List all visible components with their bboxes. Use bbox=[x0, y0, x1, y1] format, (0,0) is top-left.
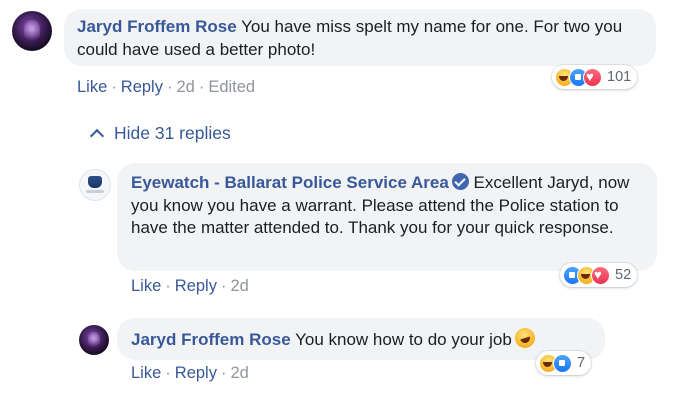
comment-author[interactable]: Jaryd Froffem Rose bbox=[131, 330, 291, 349]
verified-badge-icon bbox=[451, 173, 469, 190]
reaction-summary[interactable]: 52 bbox=[560, 263, 638, 287]
comment-actions: Like · Reply · 2d · Edited bbox=[77, 78, 256, 96]
comment-bubble: Jaryd Froffem Rose You know how to do yo… bbox=[117, 318, 605, 360]
timestamp[interactable]: 2d bbox=[230, 364, 248, 382]
comment-text: You know how to do your job bbox=[295, 330, 512, 349]
avatar[interactable] bbox=[79, 169, 111, 201]
reaction-count: 52 bbox=[615, 267, 632, 283]
love-icon bbox=[583, 67, 602, 87]
like-icon bbox=[553, 353, 572, 373]
reply-button[interactable]: Reply bbox=[175, 364, 217, 382]
hide-replies-button[interactable]: Hide 31 replies bbox=[89, 123, 231, 144]
comment-actions: Like · Reply · 2d bbox=[131, 277, 249, 295]
avatar[interactable] bbox=[12, 11, 52, 51]
chevron-up-icon bbox=[89, 128, 105, 144]
love-icon bbox=[591, 265, 610, 285]
hide-replies-label: Hide 31 replies bbox=[114, 123, 231, 143]
comment-actions: Like · Reply · 2d bbox=[131, 364, 249, 382]
comment-author[interactable]: Jaryd Froffem Rose bbox=[77, 17, 237, 36]
crest-band bbox=[86, 190, 104, 193]
like-button[interactable]: Like bbox=[131, 277, 161, 295]
like-button[interactable]: Like bbox=[77, 78, 107, 96]
rofl-emoji-icon bbox=[512, 325, 538, 351]
reply-button[interactable]: Reply bbox=[175, 277, 217, 295]
reaction-summary[interactable]: 7 bbox=[536, 351, 592, 375]
reaction-summary[interactable]: 101 bbox=[552, 65, 638, 89]
comment-bubble: Jaryd Froffem Rose You have miss spelt m… bbox=[64, 9, 656, 66]
comment-bubble: Eyewatch - Ballarat Police Service Area … bbox=[117, 163, 657, 271]
reaction-count: 101 bbox=[607, 69, 632, 85]
timestamp[interactable]: 2d bbox=[230, 277, 248, 295]
police-crest-icon bbox=[88, 176, 102, 188]
reply-button[interactable]: Reply bbox=[121, 78, 163, 96]
reaction-count: 7 bbox=[577, 355, 586, 371]
like-button[interactable]: Like bbox=[131, 364, 161, 382]
edited-label[interactable]: Edited bbox=[208, 78, 255, 96]
avatar[interactable] bbox=[79, 325, 109, 355]
comment-author[interactable]: Eyewatch - Ballarat Police Service Area bbox=[131, 173, 449, 192]
timestamp[interactable]: 2d bbox=[176, 78, 194, 96]
